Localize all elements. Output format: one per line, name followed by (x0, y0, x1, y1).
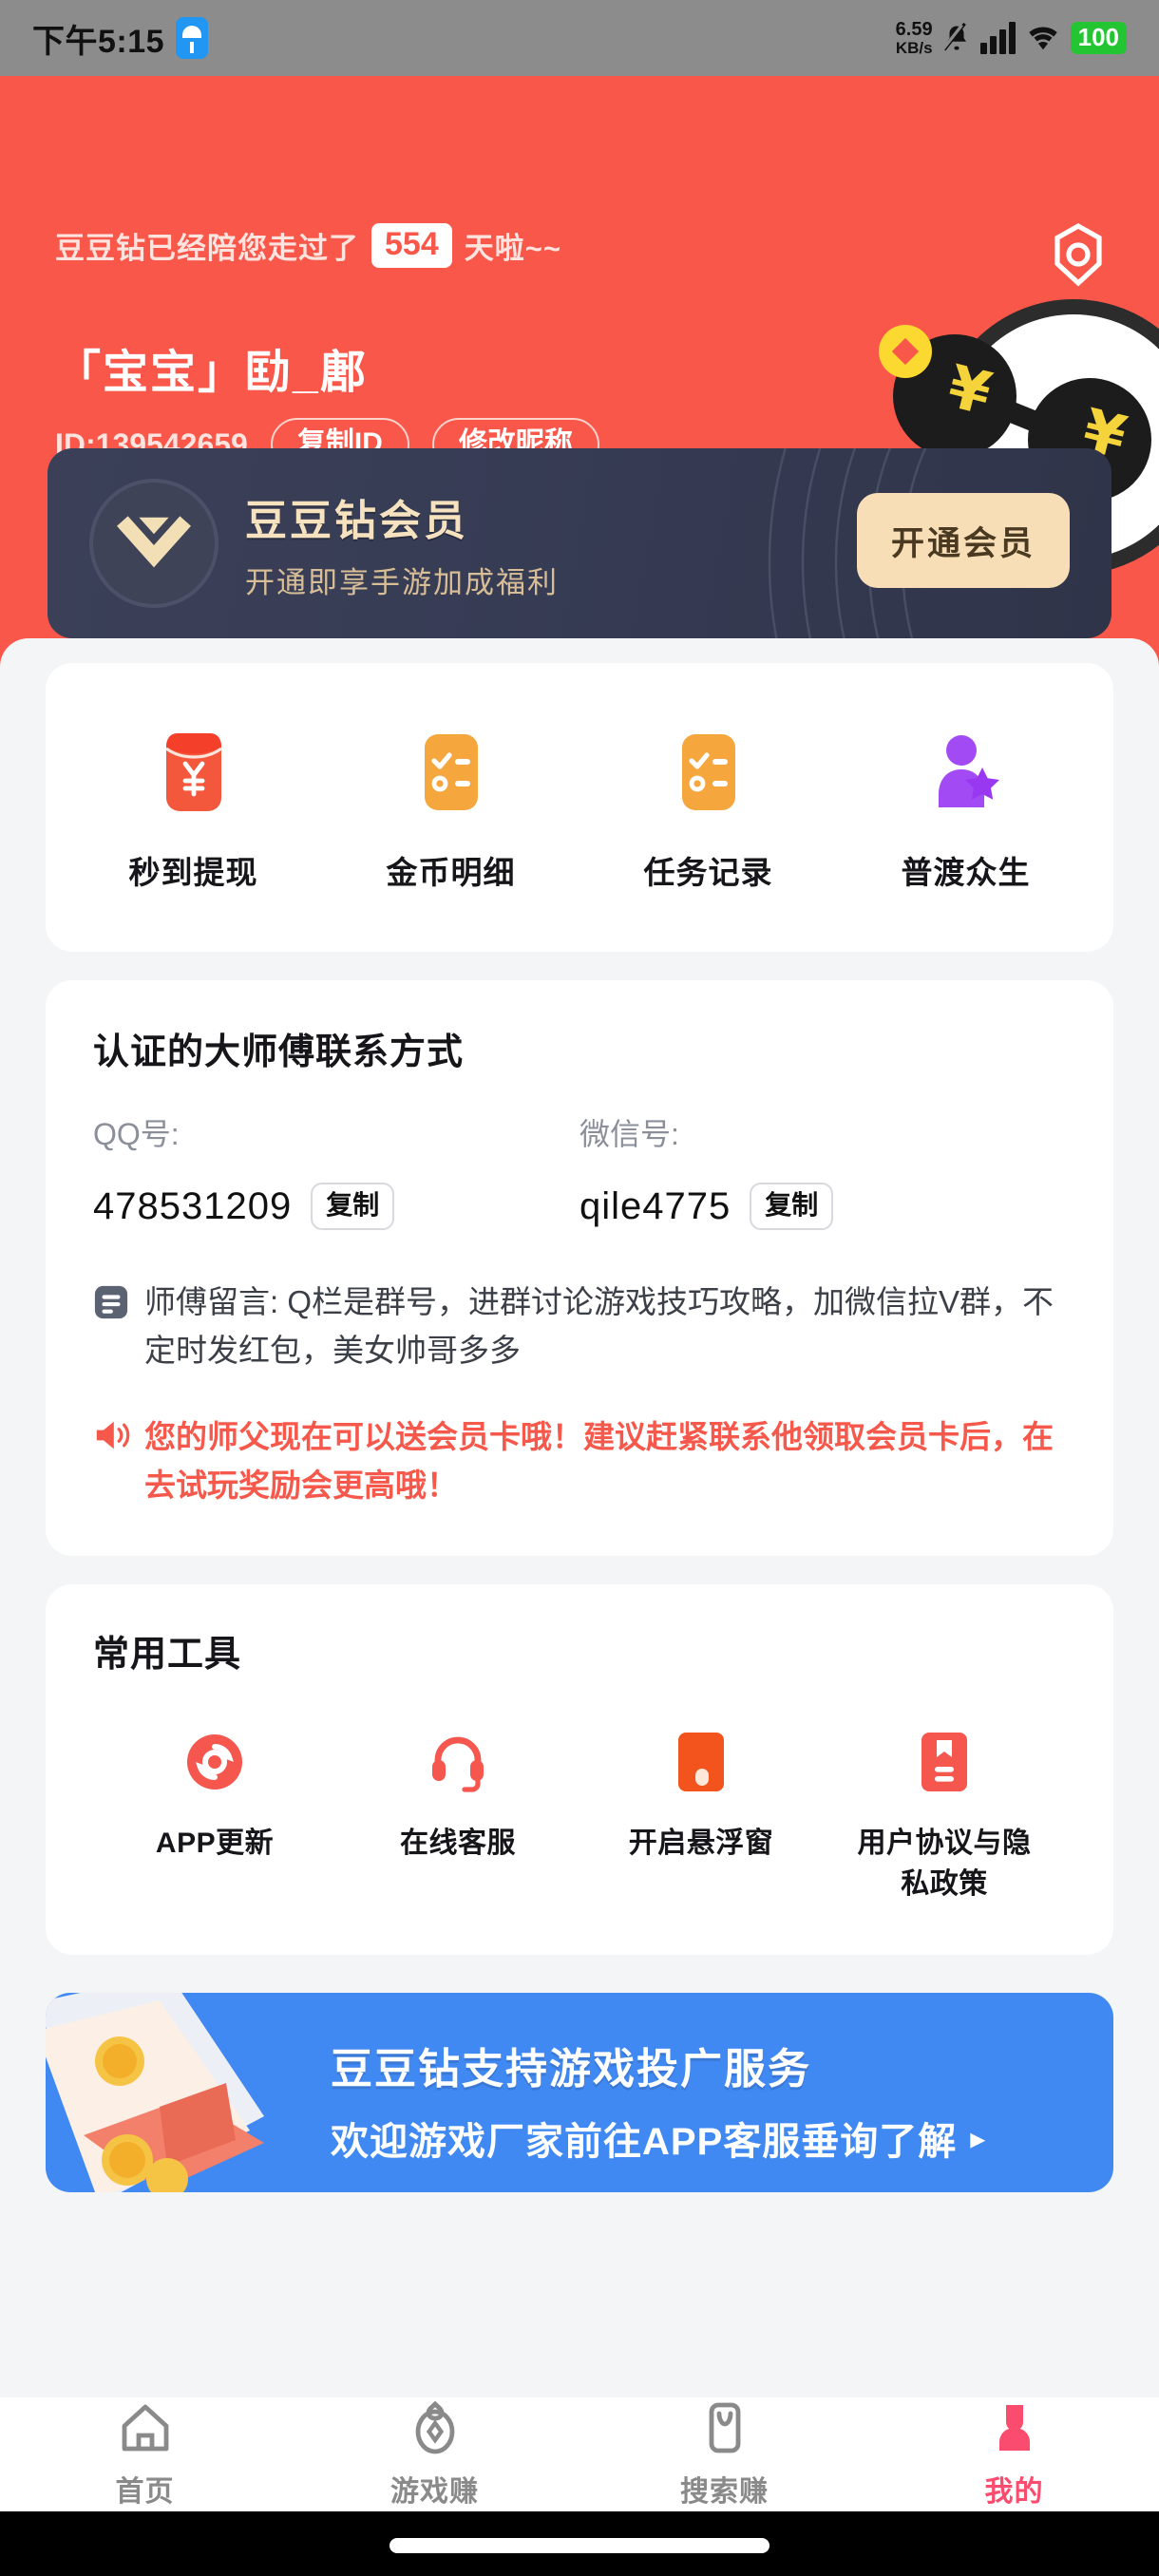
nav-label: 搜索赚 (680, 2476, 769, 2508)
promo-illustration (46, 1992, 264, 2192)
android-icon (176, 17, 209, 59)
vip-membership-banner[interactable]: 豆豆钻会员 开通即享手游加成福利 开通会员 (48, 448, 1112, 638)
tool-online-support[interactable]: 在线客服 (336, 1726, 580, 1905)
tools-card: 常用工具 APP更新 在线客服 开启悬浮窗 用户协议与隐私政策 (46, 1583, 1113, 1955)
quick-action-label: 任务记录 (643, 855, 773, 890)
promo-banner[interactable]: 豆豆钻支持游戏投广服务 欢迎游戏厂家前往APP客服垂询了解 ▸ (46, 1992, 1113, 2192)
cellular-signal-icon (979, 22, 1016, 54)
nav-label: 我的 (984, 2476, 1044, 2508)
tool-label: 用户协议与隐私政策 (857, 1827, 1032, 1901)
refresh-update-icon (181, 1726, 248, 1798)
search-phone-icon (698, 2399, 751, 2454)
master-alert: 您的师父现在可以送会员卡哦！建议赶紧联系他领取会员卡后，在去试玩奖励会更高哦！ (93, 1412, 1066, 1509)
contact-columns: QQ号: 478531209 复制 微信号: qile4775 复制 (93, 1110, 1066, 1230)
nav-item-search-earn[interactable]: 搜索赚 (580, 2399, 869, 2510)
content-sheet: 秒到提现 金币明细 任务记录 普渡众生 认证的大师傅联系方式 QQ号: 4785… (0, 638, 1159, 2397)
copy-qq-button[interactable]: 复制 (311, 1183, 395, 1230)
wechat-value: qile4775 (580, 1184, 732, 1227)
master-contact-card: 认证的大师傅联系方式 QQ号: 478531209 复制 微信号: qile47… (46, 980, 1113, 1556)
home-icon (119, 2399, 172, 2454)
nav-item-game-earn[interactable]: 游戏赚 (290, 2399, 580, 2510)
days-companion-banner: 豆豆钻已经陪您走过了 554 天啦~~ (55, 223, 561, 268)
network-speed: 6.59 KB/s (895, 18, 933, 57)
headset-support-icon (425, 1726, 491, 1798)
nav-label: 首页 (115, 2476, 175, 2508)
promo-line-2: 欢迎游戏厂家前往APP客服垂询了解 (331, 2120, 958, 2163)
document-policy-icon (911, 1726, 978, 1798)
game-diamond-icon (408, 2399, 462, 2454)
tool-label: 在线客服 (400, 1827, 516, 1859)
master-alert-text: 您的师父现在可以送会员卡哦！建议赶紧联系他领取会员卡后，在去试玩奖励会更高哦！ (144, 1419, 1054, 1504)
gear-hex-icon[interactable] (1049, 222, 1108, 287)
promo-line-2-row: 欢迎游戏厂家前往APP客服垂询了解 ▸ (331, 2111, 1085, 2166)
promo-line-1: 豆豆钻支持游戏投广服务 (331, 2045, 811, 2093)
quick-action-label: 普渡众生 (901, 855, 1031, 890)
nav-label: 游戏赚 (390, 2476, 479, 2508)
days-prefix-label: 豆豆钻已经陪您走过了 (55, 231, 359, 265)
coin-detail-list-icon (415, 729, 487, 815)
qq-label: QQ号: (93, 1117, 180, 1151)
quick-action-invite[interactable]: 普渡众生 (837, 729, 1094, 893)
chevron-right-icon: ▸ (970, 2120, 987, 2155)
master-note: 师傅留言: Q栏是群号，进群讨论游戏技巧攻略，加微信拉V群，不定时发红包，美女帅… (93, 1278, 1066, 1374)
qq-value-row: 478531209 复制 (93, 1183, 580, 1230)
master-note-text: 师傅留言: Q栏是群号，进群讨论游戏技巧攻略，加微信拉V群，不定时发红包，美女帅… (144, 1284, 1054, 1369)
tools-title: 常用工具 (93, 1634, 242, 1675)
quick-action-label: 秒到提现 (128, 855, 258, 890)
task-record-list-icon (673, 729, 745, 815)
wechat-value-row: qile4775 复制 (580, 1183, 1066, 1230)
vip-text-block: 豆豆钻会员 开通即享手游加成福利 (245, 486, 559, 601)
tool-user-agreement[interactable]: 用户协议与隐私政策 (823, 1726, 1066, 1905)
quick-action-withdraw[interactable]: 秒到提现 (65, 729, 322, 893)
tools-grid: APP更新 在线客服 开启悬浮窗 用户协议与隐私政策 (93, 1726, 1066, 1905)
vip-chevron-icon (89, 479, 218, 608)
promo-text-block: 豆豆钻支持游戏投广服务 欢迎游戏厂家前往APP客服垂询了解 ▸ (331, 2035, 1085, 2166)
copy-wechat-button[interactable]: 复制 (750, 1183, 834, 1230)
open-membership-button[interactable]: 开通会员 (857, 493, 1070, 588)
person-star-icon (930, 729, 1002, 815)
floating-window-icon (668, 1726, 734, 1798)
nav-item-home[interactable]: 首页 (0, 2399, 290, 2510)
wifi-icon (1025, 21, 1061, 56)
quick-actions-card: 秒到提现 金币明细 任务记录 普渡众生 (46, 663, 1113, 952)
bottom-navigation: 首页 游戏赚 搜索赚 我的 (0, 2397, 1159, 2511)
qq-column: QQ号: 478531209 复制 (93, 1110, 580, 1230)
red-packet-icon (158, 729, 230, 815)
megaphone-icon (93, 1418, 131, 1457)
network-speed-value: 6.59 (895, 18, 933, 40)
master-card-title: 认证的大师傅联系方式 (93, 1032, 465, 1072)
quick-action-label: 金币明细 (386, 855, 516, 890)
quick-action-coin-detail[interactable]: 金币明细 (322, 729, 580, 893)
wechat-label: 微信号: (580, 1117, 679, 1151)
tool-floating-window[interactable]: 开启悬浮窗 (580, 1726, 823, 1905)
days-count-badge: 554 (371, 223, 452, 268)
wechat-column: 微信号: qile4775 复制 (580, 1110, 1066, 1230)
status-bar-right: 6.59 KB/s 100 (895, 18, 1127, 57)
quick-action-task-record[interactable]: 任务记录 (580, 729, 837, 893)
tool-label: APP更新 (155, 1827, 275, 1859)
message-icon (93, 1284, 129, 1325)
nav-item-profile[interactable]: 我的 (869, 2399, 1159, 2510)
tool-label: 开启悬浮窗 (628, 1827, 774, 1859)
days-suffix-label: 天啦~~ (464, 231, 561, 265)
network-speed-unit: KB/s (895, 38, 933, 57)
tool-app-update[interactable]: APP更新 (93, 1726, 336, 1905)
user-profile-icon (988, 2399, 1041, 2454)
user-nickname: 「宝宝」劻_鄌 (55, 348, 368, 398)
gold-coin-decoration (879, 325, 932, 378)
status-bar: 下午5:15 6.59 KB/s 100 (0, 0, 1159, 76)
vip-subtitle: 开通即享手游加成福利 (245, 566, 559, 599)
status-bar-left: 下午5:15 (32, 15, 209, 62)
vip-title: 豆豆钻会员 (245, 498, 468, 544)
home-indicator[interactable] (390, 2538, 770, 2553)
status-bar-clock: 下午5:15 (32, 23, 165, 60)
qq-value: 478531209 (93, 1184, 293, 1227)
bell-muted-icon (941, 21, 971, 55)
home-indicator-bar (0, 2511, 1159, 2576)
battery-indicator: 100 (1070, 22, 1127, 54)
app-screen: 下午5:15 6.59 KB/s 100 ¥ ¥ 豆豆钻已经陪您走过了 554 … (0, 0, 1159, 2576)
